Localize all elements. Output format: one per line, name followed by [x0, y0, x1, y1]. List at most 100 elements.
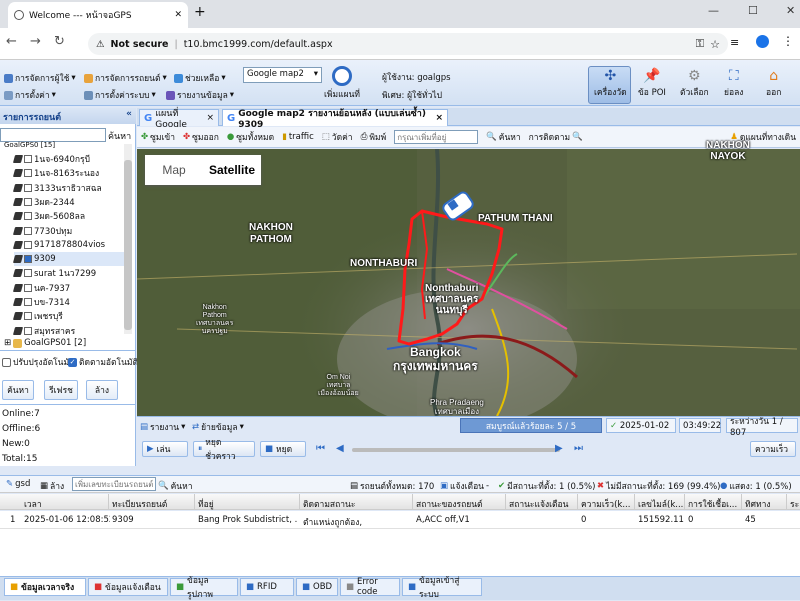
- column-header[interactable]: สถานะของรถยนต์: [416, 497, 483, 511]
- vehicle-group[interactable]: ⊞ GoalGPS01 [2]: [4, 336, 116, 350]
- vehicle-item[interactable]: 3ผด-5608ลล: [12, 209, 126, 223]
- exit-button[interactable]: ⌂ ออก: [766, 68, 781, 99]
- next-icon[interactable]: ▶: [555, 443, 563, 454]
- browser-tab[interactable]: Welcome --- หน้าจอGPS ✕: [8, 2, 188, 28]
- column-divider[interactable]: [577, 494, 578, 510]
- new-tab-icon[interactable]: +: [194, 4, 206, 20]
- refresh-button[interactable]: รีเฟรช: [44, 380, 78, 400]
- report-menu[interactable]: ▤ รายงาน ▾: [140, 420, 185, 434]
- speed-button[interactable]: ความเร็ว: [750, 441, 796, 457]
- maximize-icon[interactable]: ☐: [748, 4, 758, 17]
- vehicle-search-input[interactable]: [0, 128, 106, 142]
- reports-menu[interactable]: รายงานข้อมูล ▾: [166, 88, 234, 102]
- map-search-button[interactable]: 🔍 ค้นหา: [486, 130, 520, 144]
- vehicle-item[interactable]: เพชรบุรี: [12, 309, 126, 323]
- column-divider[interactable]: [108, 494, 109, 510]
- zoom-in-button[interactable]: ✤ ซูมเข้า: [141, 130, 175, 144]
- vehicle-item[interactable]: surat 1นว7299: [12, 266, 126, 280]
- vehicle-item[interactable]: 1นจ-6940กรุบี: [12, 152, 126, 166]
- date-field[interactable]: ✓ 2025-01-02: [606, 418, 676, 433]
- gsd-button[interactable]: ✎ gsd: [6, 479, 30, 489]
- column-header[interactable]: ความเร็ว(k...: [581, 497, 630, 511]
- bottom-tab[interactable]: ■ ข้อมูลรูปภาพ: [170, 576, 238, 600]
- stop-button[interactable]: ■ หยุด: [260, 441, 306, 457]
- column-divider[interactable]: [505, 494, 506, 510]
- bottom-tab[interactable]: ■ ข้อมูลเวลาจริง: [4, 578, 86, 596]
- vehicle-item[interactable]: 3ผด-2344: [12, 195, 126, 209]
- column-divider[interactable]: [634, 494, 635, 510]
- grid-search-button[interactable]: 🔍 ค้นหา: [158, 479, 192, 493]
- column-divider[interactable]: [299, 494, 300, 510]
- alert-button[interactable]: ▣ แจ้งเตือน -: [440, 479, 489, 493]
- column-divider[interactable]: [786, 494, 787, 510]
- column-header[interactable]: การใช้เชื้อเ...: [688, 497, 737, 511]
- search-button[interactable]: ค้นหา: [2, 380, 34, 400]
- vehicle-checkbox[interactable]: [24, 312, 32, 321]
- reload-icon[interactable]: ↻: [54, 34, 65, 49]
- auto-follow-checkbox[interactable]: ✓ ติดตามอัตโนมัติ: [68, 355, 138, 369]
- close-tab-icon[interactable]: ✕: [174, 10, 182, 20]
- close-icon[interactable]: ×: [435, 113, 443, 123]
- close-icon[interactable]: ×: [206, 113, 214, 123]
- vehicle-checkbox[interactable]: [24, 269, 32, 278]
- vehicle-item[interactable]: บข-7314: [12, 295, 126, 309]
- poi-button[interactable]: 📌 ข้อ POI: [638, 68, 666, 99]
- star-icon[interactable]: ☆: [710, 38, 720, 51]
- vehicle-checkbox[interactable]: [24, 326, 32, 335]
- vehicle-checkbox[interactable]: [24, 255, 32, 264]
- url-box[interactable]: ⚠ Not secure | t10.bmc1999.com/default.a…: [88, 33, 728, 55]
- zoom-all-button[interactable]: ● ซูมทั้งหมด: [227, 130, 274, 144]
- traffic-button[interactable]: ▮ traffic: [282, 132, 314, 142]
- user-management-menu[interactable]: การจัดการผู้ใช้ ▾: [4, 71, 76, 85]
- profile-avatar[interactable]: [756, 35, 769, 48]
- vehicle-item[interactable]: 9171878804vios: [12, 238, 126, 252]
- vehicle-checkbox[interactable]: [24, 240, 32, 249]
- collapse-icon[interactable]: «: [126, 109, 132, 119]
- vehicle-item[interactable]: 7730ปทุม: [12, 224, 126, 238]
- vehicle-checkbox[interactable]: [24, 155, 32, 163]
- bottom-tab[interactable]: ■ OBD: [296, 578, 338, 596]
- vehicle-checkbox[interactable]: [24, 183, 32, 192]
- last-icon[interactable]: ⏭: [574, 443, 583, 454]
- column-header[interactable]: เลขไมล์(k...: [638, 497, 683, 511]
- reading-list-icon[interactable]: ≡: [730, 36, 739, 49]
- grid-clear-button[interactable]: ▦ ล้าง: [40, 479, 64, 493]
- column-header[interactable]: ทิศทาง: [745, 497, 771, 511]
- column-divider[interactable]: [684, 494, 685, 510]
- map-type-satellite-button[interactable]: Satellite: [203, 155, 261, 185]
- vehicle-item[interactable]: 9309: [12, 252, 126, 267]
- vehicle-checkbox[interactable]: [24, 226, 32, 235]
- fullscreen-button[interactable]: ⛶ ย่อลง: [724, 68, 743, 99]
- vehicle-checkbox[interactable]: [24, 283, 32, 292]
- column-divider[interactable]: [194, 494, 195, 510]
- zoom-out-button[interactable]: ✤ ซูมออก: [183, 130, 219, 144]
- measure-button[interactable]: ⬚ วัดค่า: [322, 130, 353, 144]
- column-header[interactable]: ที่อยู่: [198, 497, 214, 511]
- bottom-tab[interactable]: ■ ข้อมูลเข้าสู่ระบบ: [402, 576, 482, 600]
- add-map-button[interactable]: เพิ่มแผนที่: [324, 66, 360, 101]
- system-settings-menu[interactable]: การตั้งค่าระบบ ▾: [84, 88, 156, 102]
- vehicle-item[interactable]: นค-7937: [12, 281, 126, 295]
- forward-icon[interactable]: →: [30, 34, 41, 49]
- back-icon[interactable]: ←: [6, 34, 17, 49]
- first-icon[interactable]: ⏮: [316, 443, 325, 454]
- vehicle-checkbox[interactable]: [24, 298, 32, 306]
- vehicle-checkbox[interactable]: [24, 169, 32, 178]
- map-select[interactable]: Google map2 ▾: [243, 67, 322, 83]
- column-divider[interactable]: [741, 494, 742, 510]
- bottom-tab[interactable]: ■ Error code: [340, 577, 400, 597]
- plate-search-input[interactable]: [72, 477, 156, 491]
- playback-slider[interactable]: [352, 448, 560, 452]
- vehicle-checkbox[interactable]: [24, 212, 32, 221]
- options-button[interactable]: ⚙ ตัวเลือก: [680, 68, 709, 99]
- move-data-menu[interactable]: ⇄ ย้ายข้อมูล ▾: [192, 420, 244, 434]
- column-divider[interactable]: [412, 494, 413, 510]
- place-input[interactable]: [394, 130, 479, 144]
- vehicle-item[interactable]: 3133นราธิวาสฉล: [12, 181, 126, 195]
- key-icon[interactable]: ⚿: [696, 37, 704, 51]
- pause-button[interactable]: ⏸ หยุดชั่วคราว: [193, 438, 255, 462]
- prev-icon[interactable]: ◀: [336, 443, 344, 454]
- map-type-map-button[interactable]: Map: [145, 155, 203, 185]
- column-header[interactable]: เวลา: [24, 497, 42, 511]
- settings-menu[interactable]: การตั้งค่า ▾: [4, 88, 56, 102]
